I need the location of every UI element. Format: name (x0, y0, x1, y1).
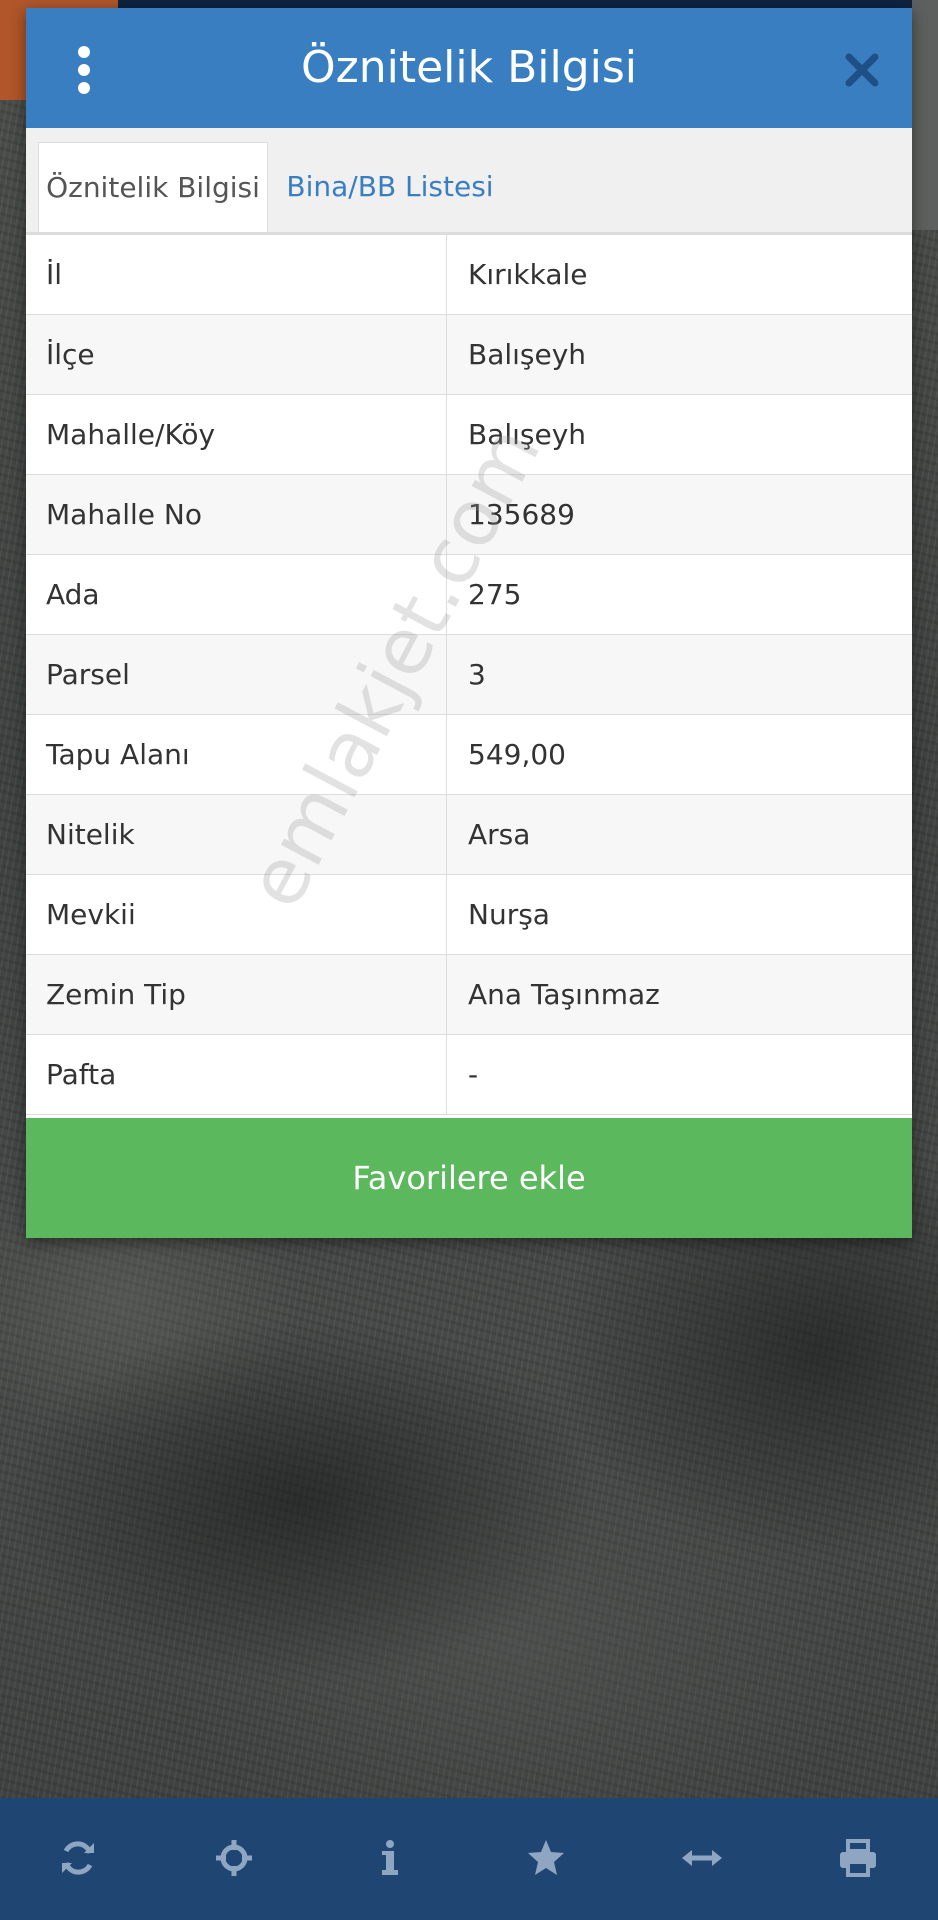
locate-button[interactable] (156, 1798, 312, 1920)
row-key: Ada (46, 578, 100, 611)
row-value: 3 (468, 658, 486, 691)
table-row: Pafta - (26, 1035, 912, 1115)
row-key: Zemin Tip (46, 978, 186, 1011)
column-divider (446, 395, 447, 475)
measure-button[interactable] (624, 1798, 780, 1920)
crosshair-icon (216, 1840, 252, 1876)
row-value: - (468, 1058, 479, 1091)
row-key: İl (46, 258, 63, 291)
column-divider (446, 315, 447, 395)
refresh-button[interactable] (0, 1798, 156, 1920)
column-divider (446, 635, 447, 715)
info-button[interactable] (312, 1798, 468, 1920)
star-icon (528, 1840, 564, 1875)
table-row: Ada 275 (26, 555, 912, 635)
print-icon (840, 1839, 876, 1877)
row-value: Balışeyh (468, 418, 587, 451)
row-value: Nurşa (468, 898, 550, 931)
table-row: Zemin Tip Ana Taşınmaz (26, 955, 912, 1035)
favorites-button[interactable] (468, 1798, 624, 1920)
table-row: İl Kırıkkale (26, 235, 912, 315)
dialog-header: Öznitelik Bilgisi (26, 8, 912, 128)
measure-icon (682, 1850, 722, 1866)
add-to-favorites-button[interactable]: Favorilere ekle (26, 1118, 912, 1238)
row-value: 135689 (468, 498, 575, 531)
row-key: Mahalle/Köy (46, 418, 216, 451)
column-divider (446, 555, 447, 635)
table-row: Mevkii Nurşa (26, 875, 912, 955)
column-divider (446, 715, 447, 795)
row-value: Ana Taşınmaz (468, 978, 660, 1011)
info-icon (382, 1840, 398, 1875)
table-row: Mahalle/Köy Balışeyh (26, 395, 912, 475)
column-divider (446, 235, 447, 315)
attribute-table: İl Kırıkkale İlçe Balışeyh Mahalle/Köy B… (26, 235, 912, 1115)
dialog-title: Öznitelik Bilgisi (300, 42, 637, 93)
column-divider (446, 475, 447, 555)
table-row: Mahalle No 135689 (26, 475, 912, 555)
refresh-icon (62, 1841, 94, 1875)
bottom-toolbar (0, 1798, 938, 1920)
row-value: Arsa (468, 818, 531, 851)
column-divider (446, 1035, 447, 1115)
print-button[interactable] (780, 1798, 936, 1920)
table-row: Parsel 3 (26, 635, 912, 715)
row-value: Kırıkkale (468, 258, 588, 291)
tab-building-list[interactable]: Bina/BB Listesi (270, 142, 510, 232)
row-value: 549,00 (468, 738, 566, 771)
row-key: Mevkii (46, 898, 136, 931)
table-row: Tapu Alanı 549,00 (26, 715, 912, 795)
dialog-tabs: Öznitelik Bilgisi Bina/BB Listesi (26, 128, 912, 235)
attribute-info-dialog: Öznitelik Bilgisi Öznitelik Bilgisi Bina… (26, 8, 912, 1238)
close-icon[interactable] (844, 52, 880, 88)
row-key: Parsel (46, 658, 130, 691)
row-key: Pafta (46, 1058, 117, 1091)
row-key: Tapu Alanı (46, 738, 190, 771)
column-divider (446, 795, 447, 875)
row-key: İlçe (46, 338, 95, 371)
tab-attribute-info[interactable]: Öznitelik Bilgisi (38, 142, 268, 232)
column-divider (446, 875, 447, 955)
row-value: 275 (468, 578, 522, 611)
row-key: Mahalle No (46, 498, 202, 531)
table-row: Nitelik Arsa (26, 795, 912, 875)
column-divider (446, 955, 447, 1035)
right-map-strip (912, 0, 938, 230)
row-key: Nitelik (46, 818, 135, 851)
row-value: Balışeyh (468, 338, 587, 371)
table-row: İlçe Balışeyh (26, 315, 912, 395)
